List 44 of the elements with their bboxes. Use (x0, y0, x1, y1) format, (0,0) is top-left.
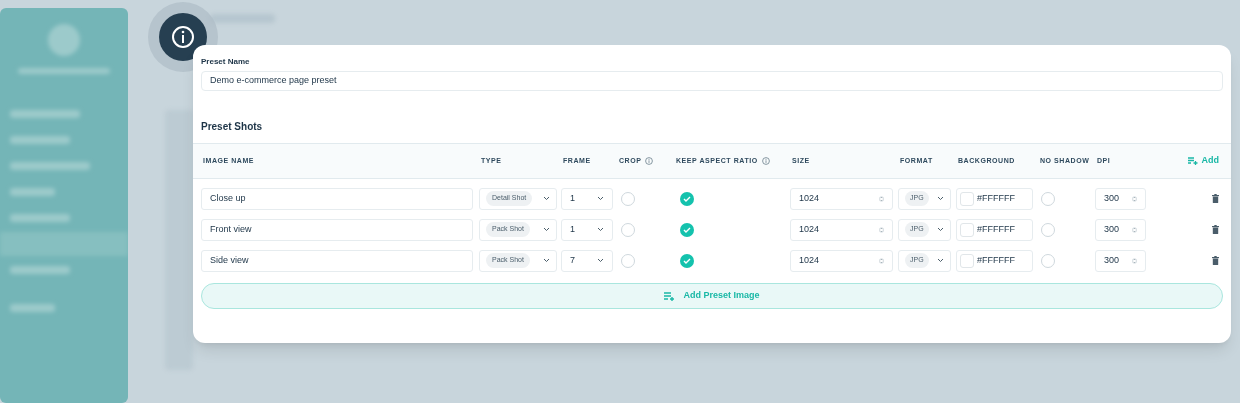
frame-select[interactable]: 1 (561, 218, 613, 241)
image-name-field[interactable]: Front view (201, 218, 473, 241)
dpi-field[interactable]: 300 (1095, 249, 1146, 272)
chevron-down-icon (597, 196, 604, 201)
chevron-down-icon (597, 258, 604, 263)
trash-icon[interactable] (1212, 194, 1219, 203)
frame-select[interactable]: 7 (561, 249, 613, 272)
preset-name-field[interactable]: Demo e-commerce page preset (201, 71, 1223, 91)
chevron-down-icon (937, 227, 944, 232)
spinner-arrows-icon (1132, 256, 1137, 265)
image-name-field[interactable]: Side view (201, 249, 473, 272)
color-swatch (960, 253, 974, 268)
chevron-down-icon (597, 227, 604, 232)
dpi-field[interactable]: 300 (1095, 218, 1146, 241)
section-title: Preset Shots (201, 120, 264, 134)
background-color-field[interactable]: #FFFFFF (956, 187, 1033, 210)
dpi-field[interactable]: 300 (1095, 187, 1146, 210)
field-label: Preset Name (201, 57, 251, 67)
trash-icon[interactable] (1212, 256, 1219, 265)
info-icon (645, 157, 654, 165)
frame-select[interactable]: 1 (561, 187, 613, 210)
chevron-down-icon (937, 196, 944, 201)
size-field[interactable]: 1024 (790, 218, 893, 241)
info-icon[interactable] (159, 13, 207, 61)
chevron-down-icon (543, 196, 550, 201)
spinner-arrows-icon (1132, 194, 1137, 203)
chevron-down-icon (937, 258, 944, 263)
size-field[interactable]: 1024 (790, 249, 893, 272)
color-swatch (960, 222, 974, 237)
background-color-field[interactable]: #FFFFFF (956, 218, 1033, 241)
add-list-icon (1187, 157, 1198, 165)
image-name-field[interactable]: Close up (201, 187, 473, 210)
info-icon (761, 157, 770, 165)
spinner-arrows-icon (1132, 225, 1137, 234)
add-list-icon (664, 291, 676, 301)
spinner-arrows-icon (879, 225, 884, 234)
chevron-down-icon (543, 227, 550, 232)
chevron-down-icon (543, 258, 550, 263)
trash-icon[interactable] (1212, 225, 1219, 234)
spinner-arrows-icon (879, 256, 884, 265)
background-color-field[interactable]: #FFFFFF (956, 249, 1033, 272)
spinner-arrows-icon (879, 194, 884, 203)
size-field[interactable]: 1024 (790, 187, 893, 210)
color-swatch (960, 191, 974, 206)
